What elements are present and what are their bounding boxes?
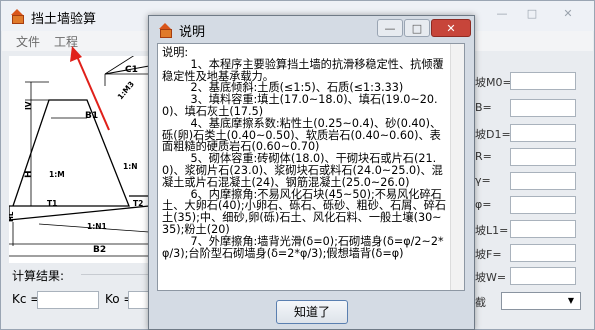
- ok-button[interactable]: 知道了: [276, 300, 348, 324]
- dialog-minimize-icon[interactable]: —: [377, 19, 403, 37]
- instructions-text: 说明: 1、本程序主要验算挡土墙的抗滑移稳定性、抗倾覆稳定性及地基承载力。 2、…: [162, 46, 447, 260]
- info-dialog: 说明 — □ ✕ 说明: 1、本程序主要验算挡土墙的抗滑移稳定性、抗倾覆稳定性及…: [148, 15, 475, 330]
- arrow-head: [70, 46, 82, 62]
- dialog-title: 说明: [179, 25, 206, 40]
- dialog-maximize-icon[interactable]: □: [404, 19, 430, 37]
- instructions-text-area[interactable]: 说明: 1、本程序主要验算挡土墙的抗滑移稳定性、抗倾覆稳定性及地基承载力。 2、…: [157, 43, 465, 291]
- arrow-shaft: [75, 53, 110, 131]
- dialog-close-icon[interactable]: ✕: [431, 19, 471, 37]
- dialog-house-icon: [157, 23, 173, 38]
- vertical-scrollbar[interactable]: [450, 44, 464, 290]
